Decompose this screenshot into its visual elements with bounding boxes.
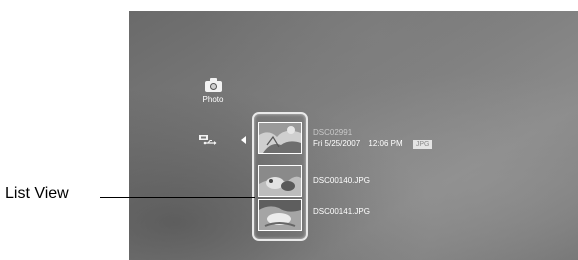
list-item-thumbnail-3[interactable] (258, 199, 302, 231)
list-item-time: 12:06 PM (368, 139, 403, 148)
list-item-details-1: Fri 5/25/2007 12:06 PM JPG (313, 139, 438, 149)
list-item-thumbnail-1[interactable] (258, 122, 302, 154)
list-item-filename-2[interactable]: DSC00140.JPG (313, 176, 370, 185)
left-arrow-icon[interactable] (241, 136, 246, 144)
photo-thumbnail-icon (259, 200, 301, 230)
callout-label: List View (5, 185, 69, 202)
photo-thumbnail-icon (259, 123, 301, 153)
list-item-filename-1: DSC02991 (313, 128, 353, 137)
list-item-date: Fri 5/25/2007 (313, 139, 361, 148)
photo-category[interactable]: Photo (196, 78, 230, 104)
list-item-filename-3[interactable]: DSC00141.JPG (313, 207, 370, 216)
list-item-thumbnail-2[interactable] (258, 165, 302, 197)
file-type-badge: JPG (412, 140, 433, 149)
photo-category-label: Photo (202, 95, 224, 104)
camera-icon (204, 78, 222, 92)
photo-thumbnail-icon (259, 166, 301, 196)
callout-leader-line (100, 197, 255, 198)
tv-screen (129, 11, 578, 260)
usb-device-icon[interactable] (199, 134, 217, 146)
